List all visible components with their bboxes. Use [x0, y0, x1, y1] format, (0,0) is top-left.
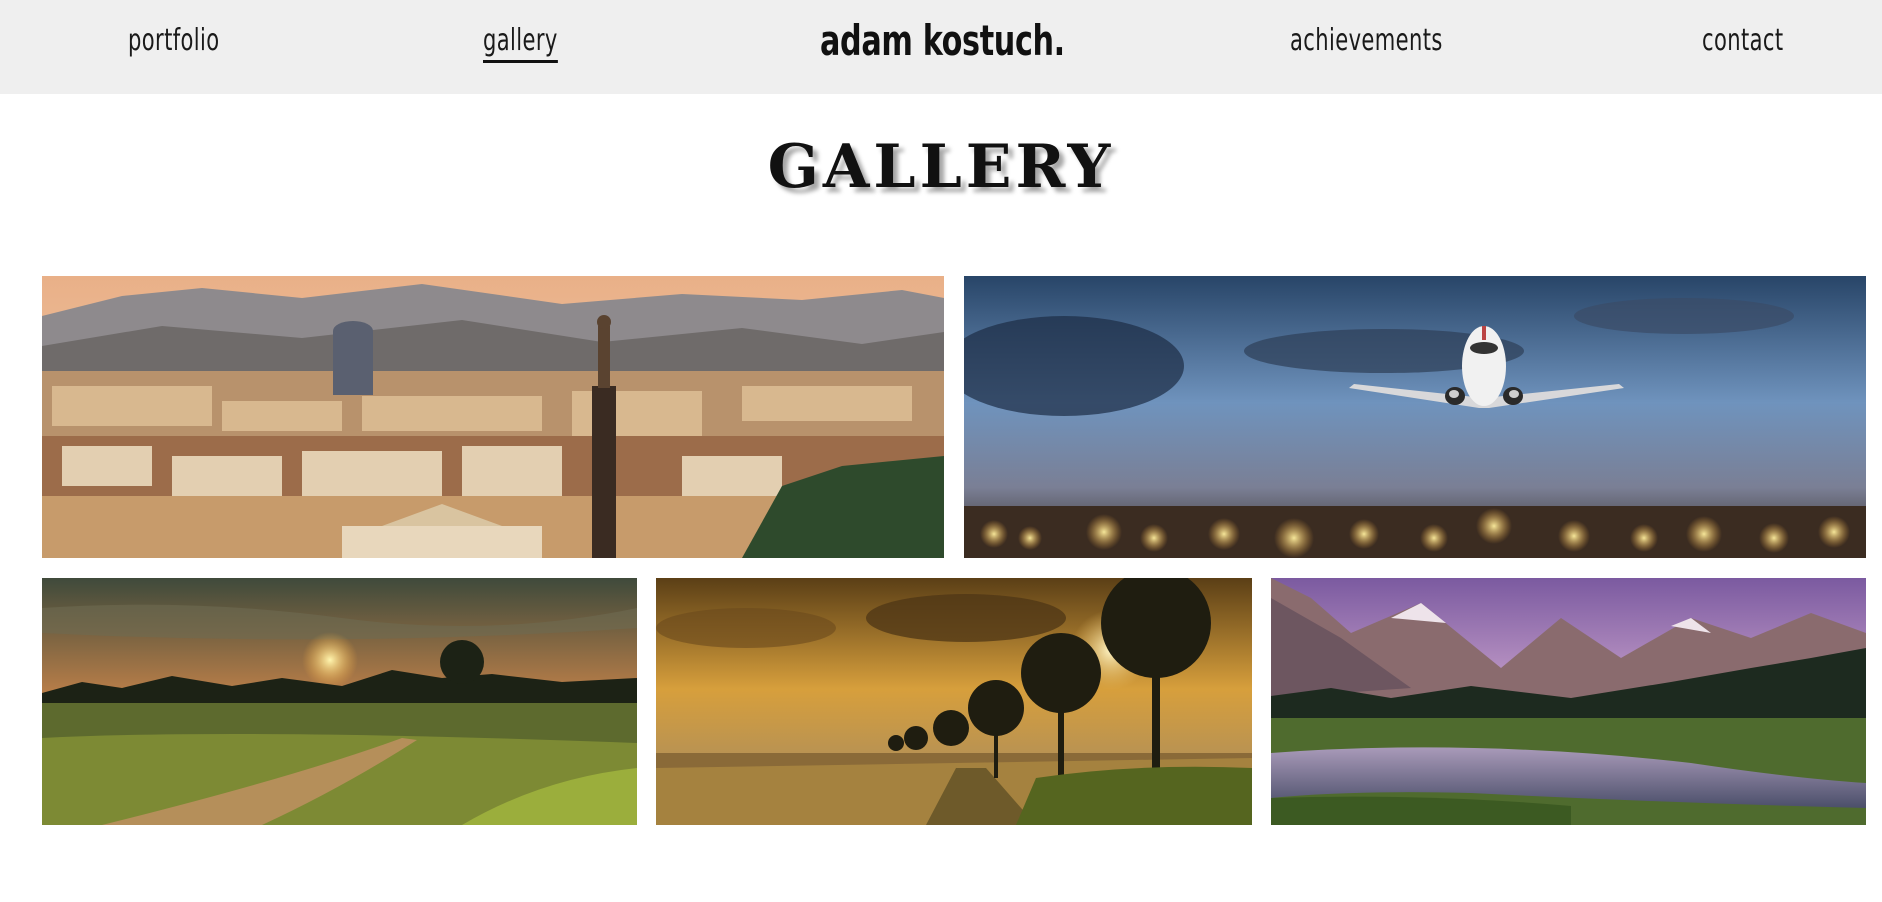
brand-logo[interactable]: adam kostuch.: [820, 16, 1065, 66]
nav-link-contact[interactable]: contact: [1702, 22, 1784, 60]
gallery-image-golden-trees[interactable]: [656, 578, 1252, 825]
nav-link-portfolio[interactable]: portfolio: [128, 22, 220, 60]
nav-link-achievements[interactable]: achievements: [1290, 22, 1443, 60]
gallery-image-sunset-meadow[interactable]: [42, 578, 637, 825]
gallery-image-mountain-lake[interactable]: [1271, 578, 1866, 825]
gallery-image-city[interactable]: [42, 276, 944, 558]
page-title: GALLERY: [767, 132, 1115, 202]
gallery-image-airplane[interactable]: [964, 276, 1866, 558]
nav-link-gallery[interactable]: gallery: [483, 22, 558, 63]
top-navigation-bar: portfolio gallery adam kostuch. achievem…: [0, 0, 1882, 94]
